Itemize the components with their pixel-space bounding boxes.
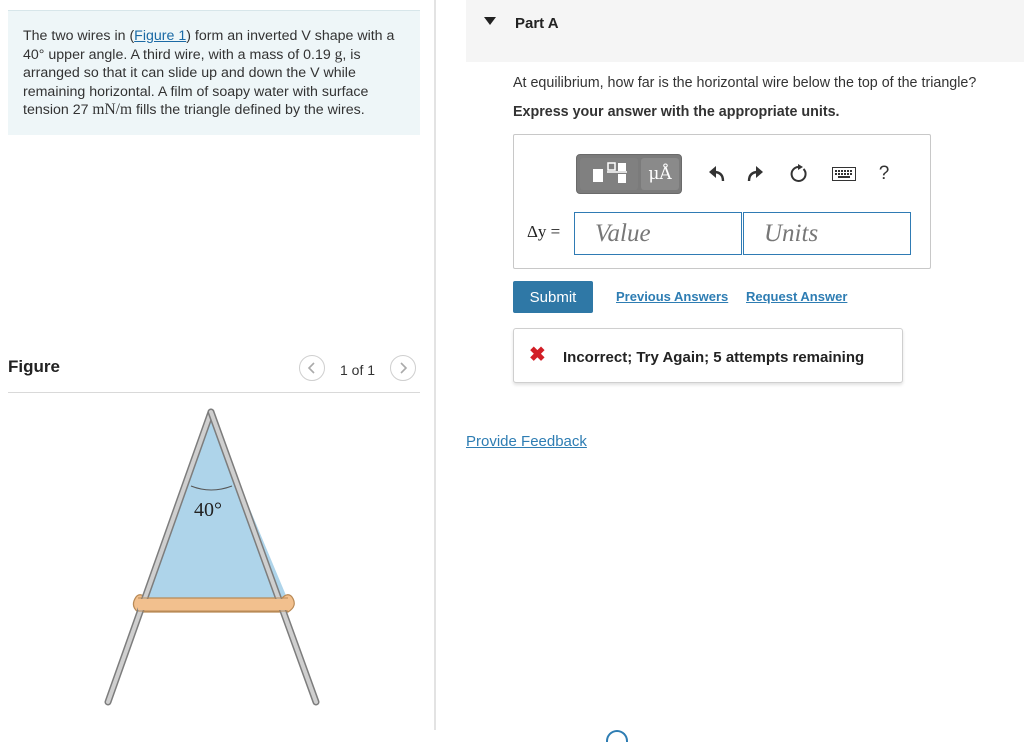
question-text: At equilibrium, how far is the horizonta… <box>513 75 977 91</box>
tension-unit: mN/m <box>92 101 133 118</box>
chevron-left-icon <box>307 362 315 374</box>
collapse-caret-icon[interactable] <box>484 17 496 25</box>
undo-icon <box>709 166 725 182</box>
prev-figure-button[interactable] <box>299 355 325 381</box>
feedback-message-box: ✖ Incorrect; Try Again; 5 attempts remai… <box>513 328 903 383</box>
figure-image: 40° <box>8 392 420 736</box>
request-answer-link[interactable]: Request Answer <box>746 289 847 304</box>
units-button[interactable]: μÅ <box>641 158 679 190</box>
angle-label: 40° <box>194 499 222 521</box>
submit-button[interactable]: Submit <box>513 281 593 313</box>
provide-feedback-link[interactable]: Provide Feedback <box>466 433 587 450</box>
problem-text-4: fills the triangle defined by the wires. <box>132 102 365 118</box>
figure-header: Figure 1 of 1 <box>8 352 420 393</box>
help-button[interactable]: ? <box>872 154 896 194</box>
reset-button[interactable] <box>784 154 814 194</box>
instruction-text: Express your answer with the appropriate… <box>513 104 840 120</box>
problem-text-1: The two wires in ( <box>23 28 135 44</box>
units-input[interactable] <box>743 212 911 255</box>
math-toolbar: μÅ ? <box>576 154 906 196</box>
templates-icon <box>593 162 627 183</box>
redo-button[interactable] <box>740 154 770 194</box>
figure-title: Figure <box>8 357 60 376</box>
figure-link[interactable]: Figure 1 <box>134 28 186 44</box>
value-input[interactable] <box>574 212 742 255</box>
part-title: Part A <box>515 15 559 32</box>
reset-icon <box>790 164 807 182</box>
undo-button[interactable] <box>702 154 732 194</box>
keyboard-icon <box>832 167 856 181</box>
answer-box: μÅ ? Δy = Value Units <box>513 134 931 269</box>
chevron-right-icon <box>400 362 408 374</box>
previous-answers-link[interactable]: Previous Answers <box>616 289 728 304</box>
wire-triangle-diagram: 40° <box>104 408 320 706</box>
templates-button[interactable] <box>580 158 638 190</box>
next-figure-button[interactable] <box>390 355 416 381</box>
problem-statement: The two wires in (Figure 1) form an inve… <box>8 10 420 135</box>
figure-pager: 1 of 1 <box>340 362 376 378</box>
x-icon: ✖ <box>529 344 546 366</box>
part-header[interactable]: Part A <box>466 0 1024 62</box>
variable-label: Δy = <box>527 222 561 241</box>
toolbar-button-group: μÅ <box>576 154 682 194</box>
keyboard-button[interactable] <box>828 154 860 194</box>
scroll-indicator <box>606 730 628 742</box>
feedback-message: Incorrect; Try Again; 5 attempts remaini… <box>563 349 865 366</box>
column-divider <box>434 0 436 730</box>
redo-icon <box>747 166 763 182</box>
